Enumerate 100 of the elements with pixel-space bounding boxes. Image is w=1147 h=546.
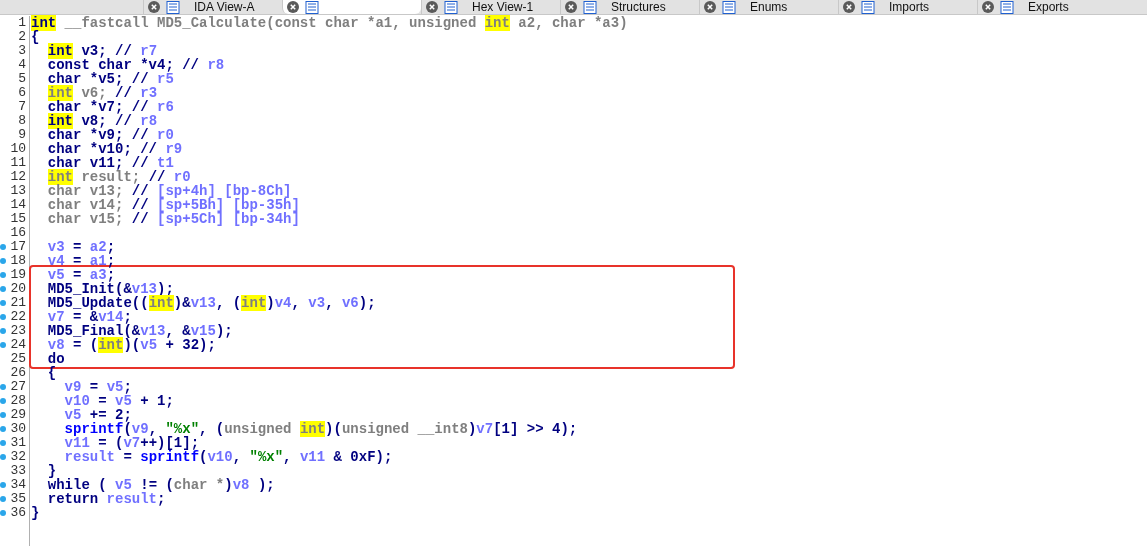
breakpoint-dot[interactable] (0, 412, 6, 418)
breakpoint-dot[interactable] (0, 510, 6, 516)
code-line: char *v10; // r9 (46, 142, 184, 156)
code-line: int __fastcall MD5_Calculate(const char *a1, unsigned int a2, char *a3) (31, 16, 629, 30)
code-line: char v15; // [sp+5Ch] [bp-34h] (46, 212, 301, 226)
close-icon[interactable] (982, 1, 994, 13)
line-number: 36 (10, 506, 26, 520)
line-number: 4 (18, 58, 26, 72)
line-number: 24 (10, 338, 26, 352)
code-line: int v3; // r7 (46, 44, 158, 58)
tab[interactable]: Enums (699, 0, 838, 14)
code-line: int v8; // r8 (46, 114, 159, 128)
code-line: { (46, 366, 58, 380)
close-icon[interactable] (287, 1, 299, 13)
code-line: v10 = v5 + 1; (63, 394, 175, 408)
code-line: { (31, 30, 41, 44)
line-number: 19 (10, 268, 26, 282)
line-number: 15 (10, 212, 26, 226)
tab[interactable] (282, 0, 421, 14)
line-number: 12 (10, 170, 26, 184)
breakpoint-dot[interactable] (0, 342, 6, 348)
code-line: do (46, 352, 66, 366)
breakpoint-dot[interactable] (0, 426, 6, 432)
line-number: 20 (10, 282, 26, 296)
code-line: v5 = a3; (46, 268, 116, 282)
line-number: 30 (10, 422, 26, 436)
tab[interactable]: Structures (560, 0, 699, 14)
code-line: v9 = v5; (63, 380, 133, 394)
breakpoint-dot[interactable] (0, 384, 6, 390)
breakpoint-dot[interactable] (0, 496, 6, 502)
document-icon[interactable] (861, 0, 875, 14)
line-number: 5 (18, 72, 26, 86)
tab[interactable]: Imports (838, 0, 977, 14)
line-number: 10 (10, 142, 26, 156)
line-number: 18 (10, 254, 26, 268)
line-number: 11 (10, 156, 26, 170)
code-line: char v11; // t1 (46, 156, 175, 170)
line-number: 8 (18, 114, 26, 128)
tab[interactable]: Hex View-1 (421, 0, 560, 14)
line-number: 2 (18, 30, 26, 44)
code-line: } (46, 464, 57, 478)
line-number: 17 (10, 240, 26, 254)
line-number: 34 (10, 478, 26, 492)
line-number: 31 (10, 436, 26, 450)
line-number: 7 (18, 100, 26, 114)
line-number: 25 (10, 352, 26, 366)
line-number: 21 (10, 296, 26, 310)
code-line: MD5_Final(&v13, &v15); (46, 324, 234, 338)
line-number: 29 (10, 408, 26, 422)
close-icon[interactable] (148, 1, 160, 13)
code-line: v3 = a2; (46, 240, 117, 254)
code-line: char *v9; // r0 (46, 128, 175, 142)
document-icon[interactable] (583, 0, 597, 14)
code-line: int result; // r0 (46, 170, 191, 184)
document-icon[interactable] (444, 0, 458, 14)
code-line: char *v5; // r5 (46, 72, 175, 86)
document-icon[interactable] (305, 0, 319, 14)
breakpoint-dot[interactable] (0, 286, 6, 292)
code-line: v5 += 2; (63, 408, 132, 422)
line-number: 13 (10, 184, 26, 198)
code-line: while ( v5 != (char *)v8 ); (46, 478, 276, 492)
line-number: 26 (10, 366, 26, 380)
tab[interactable]: Exports (977, 0, 1116, 14)
line-number: 1 (18, 16, 26, 30)
tab[interactable]: IDA View-A (143, 0, 282, 14)
line-number: 35 (10, 492, 26, 506)
line-number: 6 (18, 86, 26, 100)
document-icon[interactable] (166, 0, 180, 14)
line-number: 22 (10, 310, 26, 324)
code-line: sprintf(v9, "%x", (unsigned int)(unsigned __int8)v7[1] >> 4); (63, 422, 579, 436)
code-line: const char *v4; // r8 (46, 58, 226, 72)
close-icon[interactable] (843, 1, 855, 13)
breakpoint-dot[interactable] (0, 300, 6, 306)
line-number: 23 (10, 324, 26, 338)
breakpoint-dot[interactable] (0, 398, 6, 404)
breakpoint-dot[interactable] (0, 482, 6, 488)
document-icon[interactable] (722, 0, 736, 14)
breakpoint-dot[interactable] (0, 244, 6, 250)
code-line: return result; (46, 492, 167, 506)
line-number: 9 (18, 128, 26, 142)
code-line: v8 = (int)(v5 + 32); (46, 338, 217, 352)
line-number: 27 (10, 380, 26, 394)
code-line: v4 = a1; (46, 254, 117, 268)
breakpoint-dot[interactable] (0, 272, 6, 278)
close-icon[interactable] (704, 1, 716, 13)
code-line: v11 = (v7++)[1]; (63, 436, 200, 450)
line-number: 16 (10, 226, 26, 240)
document-icon[interactable] (1000, 0, 1014, 14)
breakpoint-dot[interactable] (0, 440, 6, 446)
code-line: char v14; // [sp+5Bh] [bp-35h] (46, 198, 301, 212)
breakpoint-dot[interactable] (0, 258, 6, 264)
close-icon[interactable] (426, 1, 438, 13)
code-line: char v13; // [sp+4h] [bp-8Ch] (46, 184, 292, 198)
breakpoint-dot[interactable] (0, 454, 6, 460)
line-number: 28 (10, 394, 26, 408)
breakpoint-dot[interactable] (0, 314, 6, 320)
line-number: 32 (10, 450, 26, 464)
line-number: 33 (10, 464, 26, 478)
breakpoint-dot[interactable] (0, 328, 6, 334)
close-icon[interactable] (565, 1, 577, 13)
